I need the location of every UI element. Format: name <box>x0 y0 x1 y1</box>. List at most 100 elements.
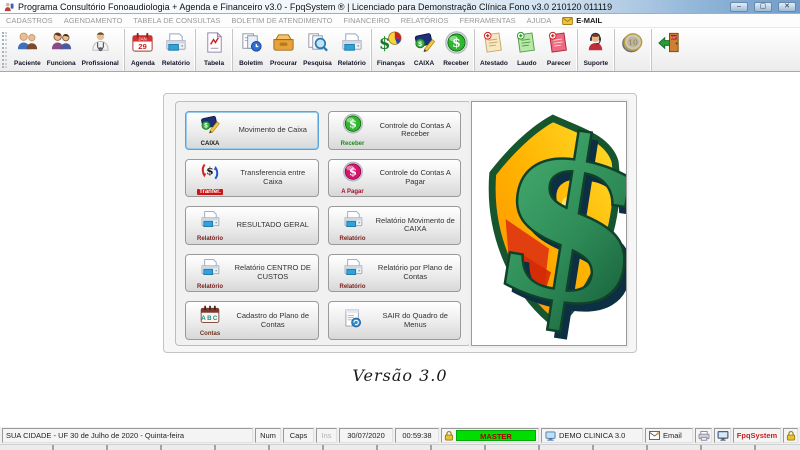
dollar-glyph: $ <box>475 102 626 345</box>
status-lock <box>783 428 798 443</box>
menu-cadastros[interactable]: CADASTROS <box>6 16 53 25</box>
toolbar-grip[interactable] <box>2 32 7 68</box>
button-label: Controle do Contas A Receber <box>379 120 451 139</box>
status-clinic-name: DEMO CLINICA 3.0 <box>559 431 626 440</box>
svg-text:10: 10 <box>628 38 638 47</box>
status-insert: Ins <box>316 428 337 443</box>
menu-ferramentas[interactable]: FERRAMENTAS <box>459 16 515 25</box>
svg-text:$: $ <box>204 123 208 130</box>
svg-text:ABC: ABC <box>201 315 218 322</box>
toolbar-agenda-button[interactable]: JAN 29 Agenda <box>127 30 159 68</box>
button-label: Relatório CENTRO DE CUSTOS <box>234 263 311 282</box>
menu-ajuda[interactable]: AJUDA <box>527 16 552 25</box>
status-email-label: Email <box>663 431 682 440</box>
status-monitor[interactable] <box>714 428 731 443</box>
cadastro-plano-de-contas-button[interactable]: ABC Contas Cadastro do Plano de Contas <box>185 301 319 340</box>
sair-quadro-de-menus-button[interactable]: SAIR do Quadro de Menus <box>327 301 461 340</box>
contas-a-pagar-button[interactable]: $ A Pagar Controle do Contas A Pagar <box>327 158 461 198</box>
menu-email[interactable]: E-MAIL <box>562 16 602 25</box>
transferencia-entre-caixa-button[interactable]: $ Tranfer. Transferencia entre Caixa <box>185 158 319 198</box>
toolbar-tabela-button[interactable]: Tabela <box>198 30 230 68</box>
bulletin-icon <box>239 30 264 60</box>
button-label: Cadastro do Plano de Contas <box>236 311 310 329</box>
toolbar-group-boletim: Boletim Procurar Pesquisa Relatório <box>232 29 371 71</box>
menu-tabela-de-consultas[interactable]: TABELA DE CONSULTAS <box>133 16 220 25</box>
table-document-icon <box>202 30 227 60</box>
toolbar: Paciente Funciona Profissional JAN 29 Age… <box>0 28 800 72</box>
menu-bar: CADASTROS AGENDAMENTO TABELA DE CONSULTA… <box>0 14 800 28</box>
toolbar-relatorio-agenda-button[interactable]: Relatório <box>159 30 193 68</box>
toolbar-financas-button[interactable]: $ Finanças <box>374 30 408 68</box>
drawer-icon <box>271 30 296 60</box>
menu-financeiro[interactable]: FINANCEIRO <box>343 16 389 25</box>
toolbar-pesquisa-button[interactable]: Pesquisa <box>300 30 335 68</box>
icon-caption: Receber <box>340 141 365 147</box>
report-printer-icon <box>340 208 366 236</box>
menu-boletim-de-atendimento[interactable]: BOLETIM DE ATENDIMENTO <box>231 16 332 25</box>
toolbar-caixa-button[interactable]: $ CAIXA <box>408 30 440 68</box>
toolbar-paciente-button[interactable]: Paciente <box>11 30 44 68</box>
cashbook-icon: $ <box>412 30 437 60</box>
transfer-icon: $ <box>197 161 223 189</box>
status-capslock: Caps <box>283 428 314 443</box>
close-button[interactable]: ✕ <box>778 1 796 12</box>
relatorio-plano-de-contas-button[interactable]: Relatório Relatório por Plano de Contas <box>327 253 461 293</box>
toolbar-coin-button[interactable]: 10 <box>617 30 649 60</box>
icon-caption: Contas <box>199 331 221 338</box>
toolbar-funcionaria-button[interactable]: Funciona <box>44 30 79 68</box>
svg-text:EXIT: EXIT <box>671 35 677 39</box>
status-brand: FpqSystem <box>733 428 781 443</box>
pay-dollar-icon: $ <box>340 161 366 189</box>
letter-icon <box>649 431 660 440</box>
toolbar-procurar-button[interactable]: Procurar <box>267 30 300 68</box>
report-printer-icon <box>339 30 364 60</box>
exit-menus-icon <box>340 307 366 335</box>
status-numlock: Num <box>255 428 281 443</box>
resultado-geral-button[interactable]: Relatório RESULTADO GERAL <box>185 206 319 245</box>
relatorio-centro-de-custos-button[interactable]: Relatório Relatório CENTRO DE CUSTOS <box>185 253 319 293</box>
toolbar-laudo-button[interactable]: Laudo <box>511 30 543 68</box>
status-printer[interactable] <box>695 428 712 443</box>
toolbar-relatorio-boletim-button[interactable]: Relatório <box>335 30 369 68</box>
report-printer-icon <box>197 208 223 236</box>
toolbar-atestado-button[interactable]: Atestado <box>477 30 511 68</box>
report-printer-icon <box>163 30 188 60</box>
button-label: Relatório Movimento de CAIXA <box>375 215 455 234</box>
status-user-name: MASTER <box>456 430 536 441</box>
version-text: Versão 3.0 <box>352 366 448 385</box>
status-email[interactable]: Email <box>645 428 693 443</box>
padlock-icon <box>786 430 796 441</box>
toolbar-profissional-button[interactable]: Profissional <box>79 30 122 68</box>
toolbar-boletim-button[interactable]: Boletim <box>235 30 267 68</box>
padlock-icon <box>444 430 454 441</box>
toolbar-group-exit: EXIT <box>650 29 688 71</box>
printer-icon <box>698 430 710 441</box>
button-label: Transferencia entre Caixa <box>240 168 306 186</box>
bottom-strip <box>0 444 800 450</box>
button-label: Movimento de Caixa <box>238 124 307 134</box>
movimento-de-caixa-button[interactable]: $ CAIXA Movimento de Caixa <box>185 111 319 150</box>
toolbar-receber-button[interactable]: $ Receber <box>440 30 472 68</box>
toolbar-suporte-button[interactable]: Suporte <box>580 30 612 68</box>
receive-dollar-icon: $ <box>340 113 366 141</box>
icon-caption: Relatório <box>339 236 366 243</box>
main-menu-frame: $ CAIXA Movimento de Caixa $ Receber Con… <box>163 93 637 353</box>
toolbar-parecer-button[interactable]: Parecer <box>543 30 575 68</box>
svg-text:$: $ <box>418 41 422 48</box>
maximize-button[interactable]: ▢ <box>754 1 772 12</box>
menu-agendamento[interactable]: AGENDAMENTO <box>64 16 123 25</box>
button-label: Controle do Contas A Pagar <box>379 168 451 186</box>
finance-pie-icon: $ <box>378 30 403 60</box>
staff-icon <box>49 30 74 60</box>
contas-a-receber-button[interactable]: $ Receber Controle do Contas A Receber <box>327 111 461 150</box>
toolbar-group-tabela: Tabela <box>195 29 232 71</box>
menu-relatorios[interactable]: RELATÓRIOS <box>401 16 449 25</box>
svg-text:$: $ <box>206 164 213 177</box>
exit-door-icon: EXIT <box>657 30 682 60</box>
icon-caption: Relatório <box>196 236 223 243</box>
toolbar-exit-button[interactable]: EXIT <box>654 30 686 60</box>
opinion-note-icon <box>546 30 571 60</box>
relatorio-movimento-caixa-button[interactable]: Relatório Relatório Movimento de CAIXA <box>327 206 461 245</box>
icon-caption: Relatório <box>196 283 223 290</box>
minimize-button[interactable]: – <box>730 1 748 12</box>
